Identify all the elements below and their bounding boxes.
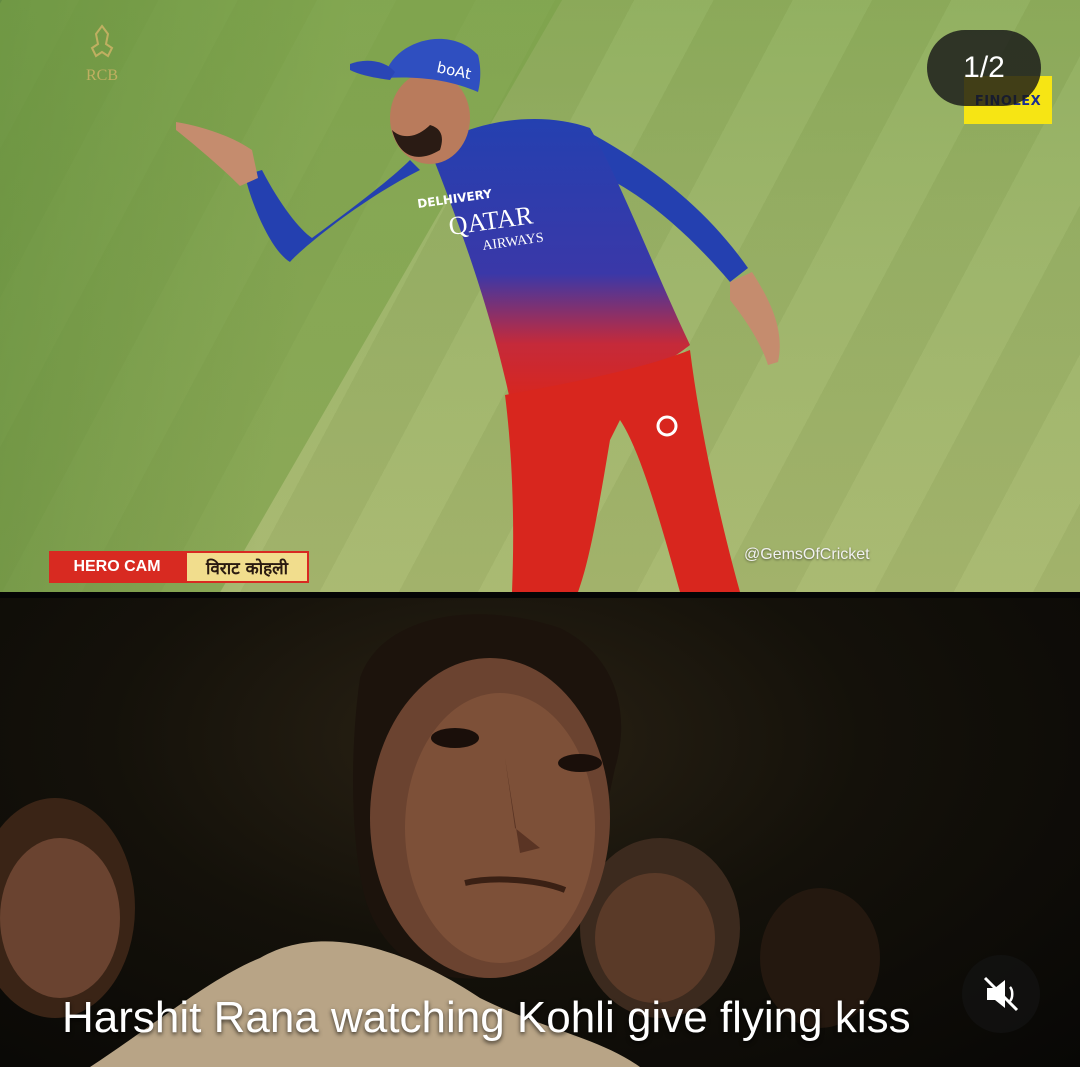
player-name-tag: विराट कोहली [185, 551, 309, 583]
meme-caption: Harshit Rana watching Kohli give flying … [62, 993, 911, 1042]
speaker-muted-icon [983, 976, 1019, 1012]
source-watermark: @GemsOfCricket [744, 546, 870, 563]
rcb-logo-icon: RCB [86, 24, 118, 84]
page-indicator: 1/2 [927, 30, 1041, 106]
mute-toggle-button[interactable] [962, 955, 1040, 1033]
player-illustration: DELHIVERY QATAR AIRWAYS boAt [176, 38, 780, 592]
hero-cam-tag: HERO CAM [49, 551, 185, 583]
top-video-frame: RCB FINOLEX DELHIVERY QATAR AIRWAYS [0, 0, 1080, 592]
svg-text:RCB: RCB [86, 67, 118, 84]
broadcast-lower-third: HERO CAM विराट कोहली [49, 551, 309, 583]
